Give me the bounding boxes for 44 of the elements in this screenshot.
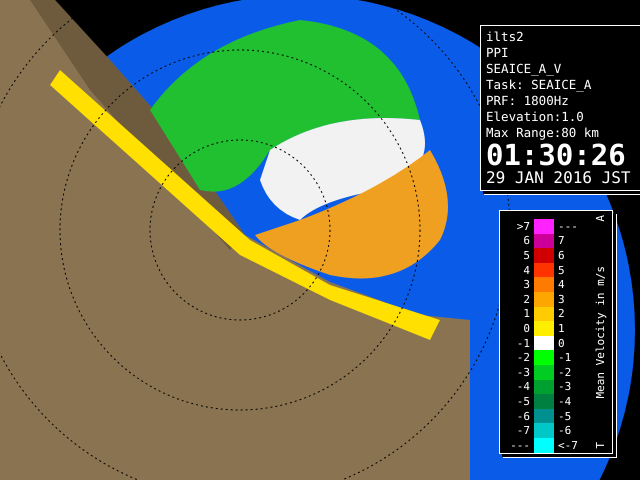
legend-label: 5 [522, 248, 531, 262]
legend-label: 6 [557, 248, 566, 262]
legend-label: -3 [557, 380, 572, 394]
legend-label: -6 [557, 424, 572, 438]
legend-label: -4 [557, 394, 572, 408]
legend-label: 6 [522, 234, 531, 248]
legend-label: 2 [522, 292, 531, 306]
legend-label: -2 [557, 366, 572, 379]
legend-label: -7 [516, 424, 531, 438]
legend-label: 0 [557, 336, 566, 350]
info-line: Task: SEAICE_A [486, 77, 592, 93]
legend-label: 4 [522, 264, 531, 277]
legend-label: 3 [522, 278, 531, 292]
legend-label: -5 [557, 410, 572, 423]
info-line: PPI [486, 45, 510, 61]
legend-label: 2 [557, 307, 566, 320]
legend-label: -1 [516, 336, 531, 350]
axis-mark: A [594, 215, 607, 222]
legend-label: >7 [516, 220, 531, 233]
legend-label: 1 [557, 322, 566, 335]
legend-label: -1 [557, 351, 572, 364]
legend-label: -3 [516, 366, 531, 379]
info-line: ilts2 [486, 29, 525, 45]
legend-label: 0 [522, 322, 531, 335]
date-readout: 29 JAN 2016 JST [486, 169, 632, 187]
axis-mark: T [594, 442, 607, 449]
legend-label: -4 [516, 380, 531, 394]
legend-label: 5 [557, 264, 566, 277]
info-line: SEAICE_A_V [486, 61, 562, 77]
legend-label: -5 [516, 394, 531, 408]
legend-title: Mean Velocity in m/s [594, 266, 607, 398]
legend-label: --- [557, 220, 579, 233]
legend-label: -2 [516, 351, 531, 364]
legend-label: <-7 [557, 438, 579, 452]
legend-label: 1 [522, 307, 531, 320]
legend-label: 3 [557, 292, 566, 306]
info-line: PRF: 1800Hz [486, 93, 570, 109]
info-line: Max Range:80 km [486, 125, 600, 141]
legend-label: --- [509, 438, 531, 452]
legend-label: 7 [557, 234, 566, 248]
legend-label: 4 [557, 278, 566, 292]
legend-label: -6 [516, 410, 531, 423]
time-readout: 01:30:26 [486, 141, 626, 169]
info-line: Elevation:1.0 [486, 109, 585, 125]
